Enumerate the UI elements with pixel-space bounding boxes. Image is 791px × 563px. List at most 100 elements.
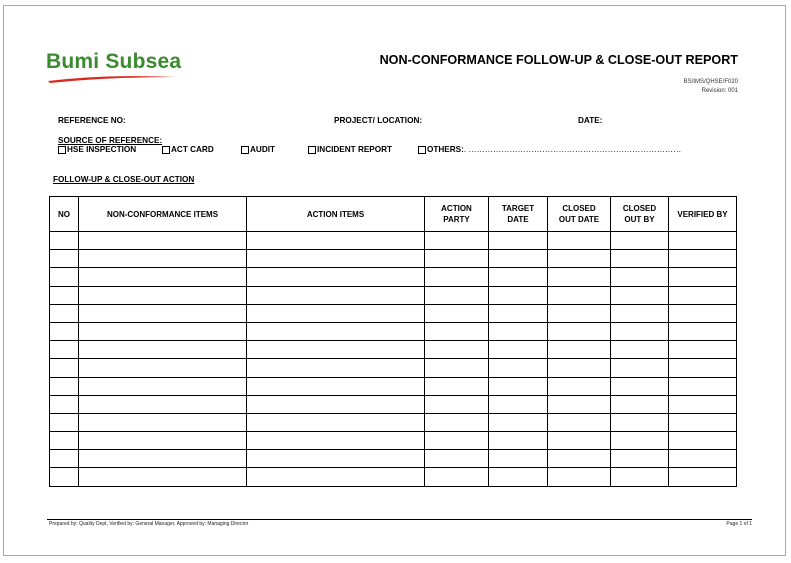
table-cell[interactable]	[246, 267, 425, 287]
table-cell[interactable]	[488, 321, 548, 342]
table-cell[interactable]	[49, 321, 79, 342]
table-cell[interactable]	[547, 230, 611, 251]
table-cell[interactable]	[668, 449, 737, 469]
table-cell[interactable]	[547, 340, 611, 360]
table-cell[interactable]	[424, 340, 489, 360]
table-cell[interactable]	[547, 412, 611, 433]
table-cell[interactable]	[610, 285, 669, 305]
table-cell[interactable]	[424, 412, 489, 433]
table-cell[interactable]	[547, 394, 611, 414]
table-cell[interactable]	[78, 249, 247, 269]
table-cell[interactable]	[668, 303, 737, 323]
table-cell[interactable]	[246, 358, 425, 378]
table-cell[interactable]	[49, 449, 79, 469]
table-cell[interactable]	[78, 449, 247, 469]
table-cell[interactable]	[424, 449, 489, 469]
table-cell[interactable]	[610, 321, 669, 342]
table-cell[interactable]	[488, 394, 548, 414]
table-cell[interactable]	[547, 267, 611, 287]
table-cell[interactable]	[547, 358, 611, 378]
table-cell[interactable]	[610, 467, 669, 487]
table-cell[interactable]	[246, 376, 425, 396]
table-cell[interactable]	[78, 467, 247, 487]
table-cell[interactable]	[424, 249, 489, 269]
table-cell[interactable]	[668, 249, 737, 269]
table-cell[interactable]	[488, 249, 548, 269]
table-cell[interactable]	[424, 376, 489, 396]
table-cell[interactable]	[246, 303, 425, 323]
table-cell[interactable]	[488, 358, 548, 378]
table-cell[interactable]	[246, 394, 425, 414]
table-cell[interactable]	[488, 230, 548, 251]
table-cell[interactable]	[424, 230, 489, 251]
table-cell[interactable]	[78, 431, 247, 451]
checkbox-box-icon[interactable]	[308, 145, 316, 154]
table-cell[interactable]	[610, 230, 669, 251]
table-cell[interactable]	[610, 340, 669, 360]
table-cell[interactable]	[78, 358, 247, 378]
table-cell[interactable]	[424, 285, 489, 305]
table-cell[interactable]	[488, 431, 548, 451]
table-cell[interactable]	[78, 285, 247, 305]
table-cell[interactable]	[49, 249, 79, 269]
table-cell[interactable]	[49, 467, 79, 487]
table-cell[interactable]	[668, 285, 737, 305]
table-cell[interactable]	[246, 285, 425, 305]
table-cell[interactable]	[488, 285, 548, 305]
others-fill-line[interactable]: . ……………………………………………………………………	[464, 145, 681, 154]
table-cell[interactable]	[547, 431, 611, 451]
table-cell[interactable]	[246, 412, 425, 433]
table-cell[interactable]	[246, 321, 425, 342]
table-cell[interactable]	[424, 321, 489, 342]
table-cell[interactable]	[246, 431, 425, 451]
table-cell[interactable]	[424, 303, 489, 323]
table-cell[interactable]	[78, 376, 247, 396]
table-cell[interactable]	[78, 394, 247, 414]
table-cell[interactable]	[547, 467, 611, 487]
table-cell[interactable]	[547, 249, 611, 269]
checkbox-others[interactable]: OTHERS: . ……………………………………………………………………	[418, 145, 681, 154]
table-cell[interactable]	[78, 303, 247, 323]
table-cell[interactable]	[547, 449, 611, 469]
table-cell[interactable]	[488, 267, 548, 287]
table-cell[interactable]	[488, 412, 548, 433]
checkbox-box-icon[interactable]	[418, 145, 426, 154]
table-cell[interactable]	[78, 412, 247, 433]
table-cell[interactable]	[668, 394, 737, 414]
table-cell[interactable]	[668, 267, 737, 287]
table-cell[interactable]	[49, 431, 79, 451]
table-cell[interactable]	[424, 358, 489, 378]
table-cell[interactable]	[49, 412, 79, 433]
table-cell[interactable]	[547, 303, 611, 323]
table-cell[interactable]	[610, 449, 669, 469]
table-cell[interactable]	[488, 449, 548, 469]
table-cell[interactable]	[610, 267, 669, 287]
table-cell[interactable]	[78, 340, 247, 360]
table-cell[interactable]	[49, 230, 79, 251]
table-cell[interactable]	[488, 467, 548, 487]
table-cell[interactable]	[668, 467, 737, 487]
table-cell[interactable]	[610, 431, 669, 451]
table-cell[interactable]	[547, 285, 611, 305]
table-cell[interactable]	[424, 467, 489, 487]
table-cell[interactable]	[424, 431, 489, 451]
table-cell[interactable]	[49, 285, 79, 305]
table-cell[interactable]	[78, 321, 247, 342]
checkbox-box-icon[interactable]	[162, 145, 170, 154]
table-cell[interactable]	[246, 249, 425, 269]
table-cell[interactable]	[610, 376, 669, 396]
table-cell[interactable]	[668, 412, 737, 433]
table-cell[interactable]	[488, 303, 548, 323]
table-cell[interactable]	[488, 376, 548, 396]
table-cell[interactable]	[610, 358, 669, 378]
table-cell[interactable]	[49, 340, 79, 360]
table-cell[interactable]	[49, 267, 79, 287]
checkbox-box-icon[interactable]	[241, 145, 249, 154]
table-cell[interactable]	[49, 394, 79, 414]
table-cell[interactable]	[668, 230, 737, 251]
table-cell[interactable]	[246, 467, 425, 487]
table-cell[interactable]	[49, 358, 79, 378]
table-cell[interactable]	[246, 449, 425, 469]
checkbox-box-icon[interactable]	[58, 145, 66, 154]
table-cell[interactable]	[668, 321, 737, 342]
